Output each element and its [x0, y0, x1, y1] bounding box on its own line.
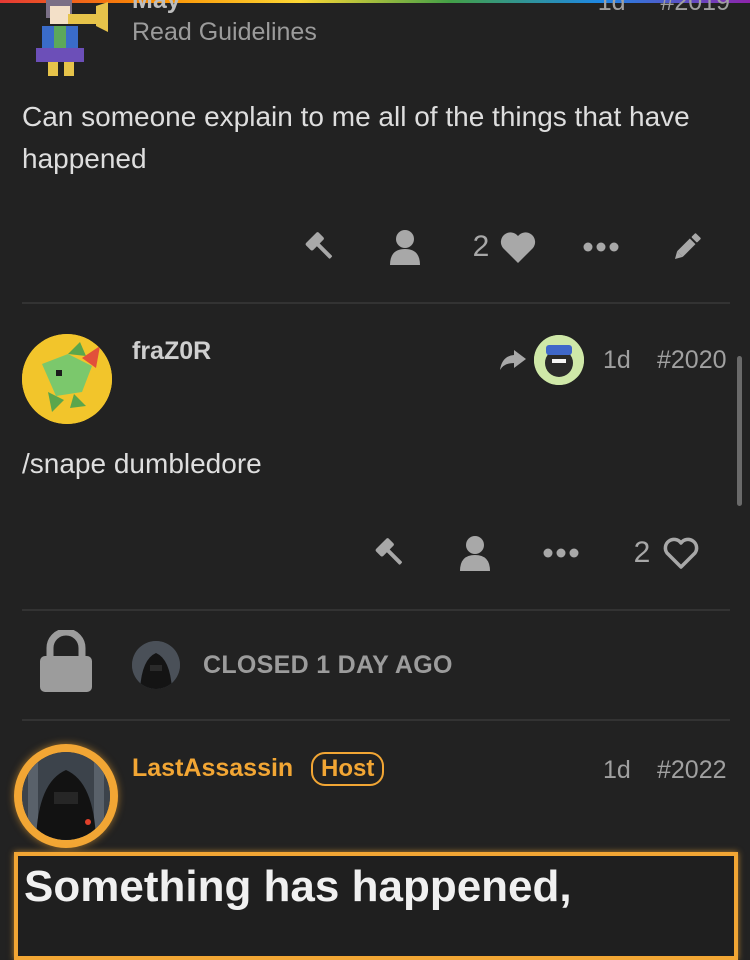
edit-button[interactable]: [664, 224, 710, 270]
post-body: Can someone explain to me all of the thi…: [22, 101, 690, 174]
avatar-lastassassin[interactable]: [22, 752, 110, 840]
lock-icon: [38, 628, 94, 692]
avatar-fraz0r[interactable]: [22, 334, 112, 424]
like-count: 2: [633, 536, 651, 569]
closed-notice-text: CLOSED 1 DAY AGO: [203, 651, 453, 679]
post-heading: Something has happened,: [24, 862, 572, 911]
post-username[interactable]: LastAssassin: [132, 754, 293, 783]
post-meta: 1d #2019: [570, 0, 730, 17]
host-badge: Host: [311, 752, 385, 786]
post-number[interactable]: #2020: [657, 346, 727, 375]
post-age[interactable]: 1d: [603, 346, 631, 375]
post-divider: [22, 719, 730, 721]
user-icon: [390, 230, 420, 265]
user-title: Read Guidelines: [132, 18, 317, 46]
post-age[interactable]: 1d: [598, 0, 626, 16]
scrollbar[interactable]: [737, 356, 742, 506]
like-button[interactable]: 2: [622, 530, 712, 576]
user-card-button[interactable]: [452, 530, 498, 576]
more-icon: [583, 242, 619, 252]
post-number[interactable]: #2019: [660, 0, 730, 16]
more-button[interactable]: [578, 224, 624, 270]
reply-to-indicator[interactable]: [498, 344, 528, 374]
heart-outline-icon: [664, 537, 699, 569]
gavel-icon: [305, 232, 333, 259]
reply-arrow-icon: [500, 350, 526, 370]
gavel-icon: [375, 538, 403, 565]
post-divider: [22, 609, 730, 611]
post-age[interactable]: 1d: [603, 756, 631, 785]
post-username[interactable]: May: [132, 0, 181, 15]
reply-to-avatar[interactable]: [534, 335, 584, 385]
post-username[interactable]: fraZ0R: [132, 337, 211, 366]
pencil-icon: [674, 233, 701, 260]
more-button[interactable]: [538, 530, 584, 576]
more-icon: [543, 548, 579, 558]
post-body: /snape dumbledore: [22, 448, 262, 479]
heart-icon: [501, 232, 536, 263]
avatar-may[interactable]: [24, 0, 110, 78]
avatar-lastassassin-small[interactable]: [132, 641, 180, 689]
post-divider: [22, 302, 730, 304]
like-count: 2: [472, 230, 490, 263]
post-number[interactable]: #2022: [657, 756, 727, 785]
user-card-button[interactable]: [382, 224, 428, 270]
user-icon: [460, 536, 490, 571]
moderate-button[interactable]: [366, 530, 412, 576]
like-button[interactable]: 2: [462, 224, 548, 270]
moderate-button[interactable]: [296, 224, 342, 270]
